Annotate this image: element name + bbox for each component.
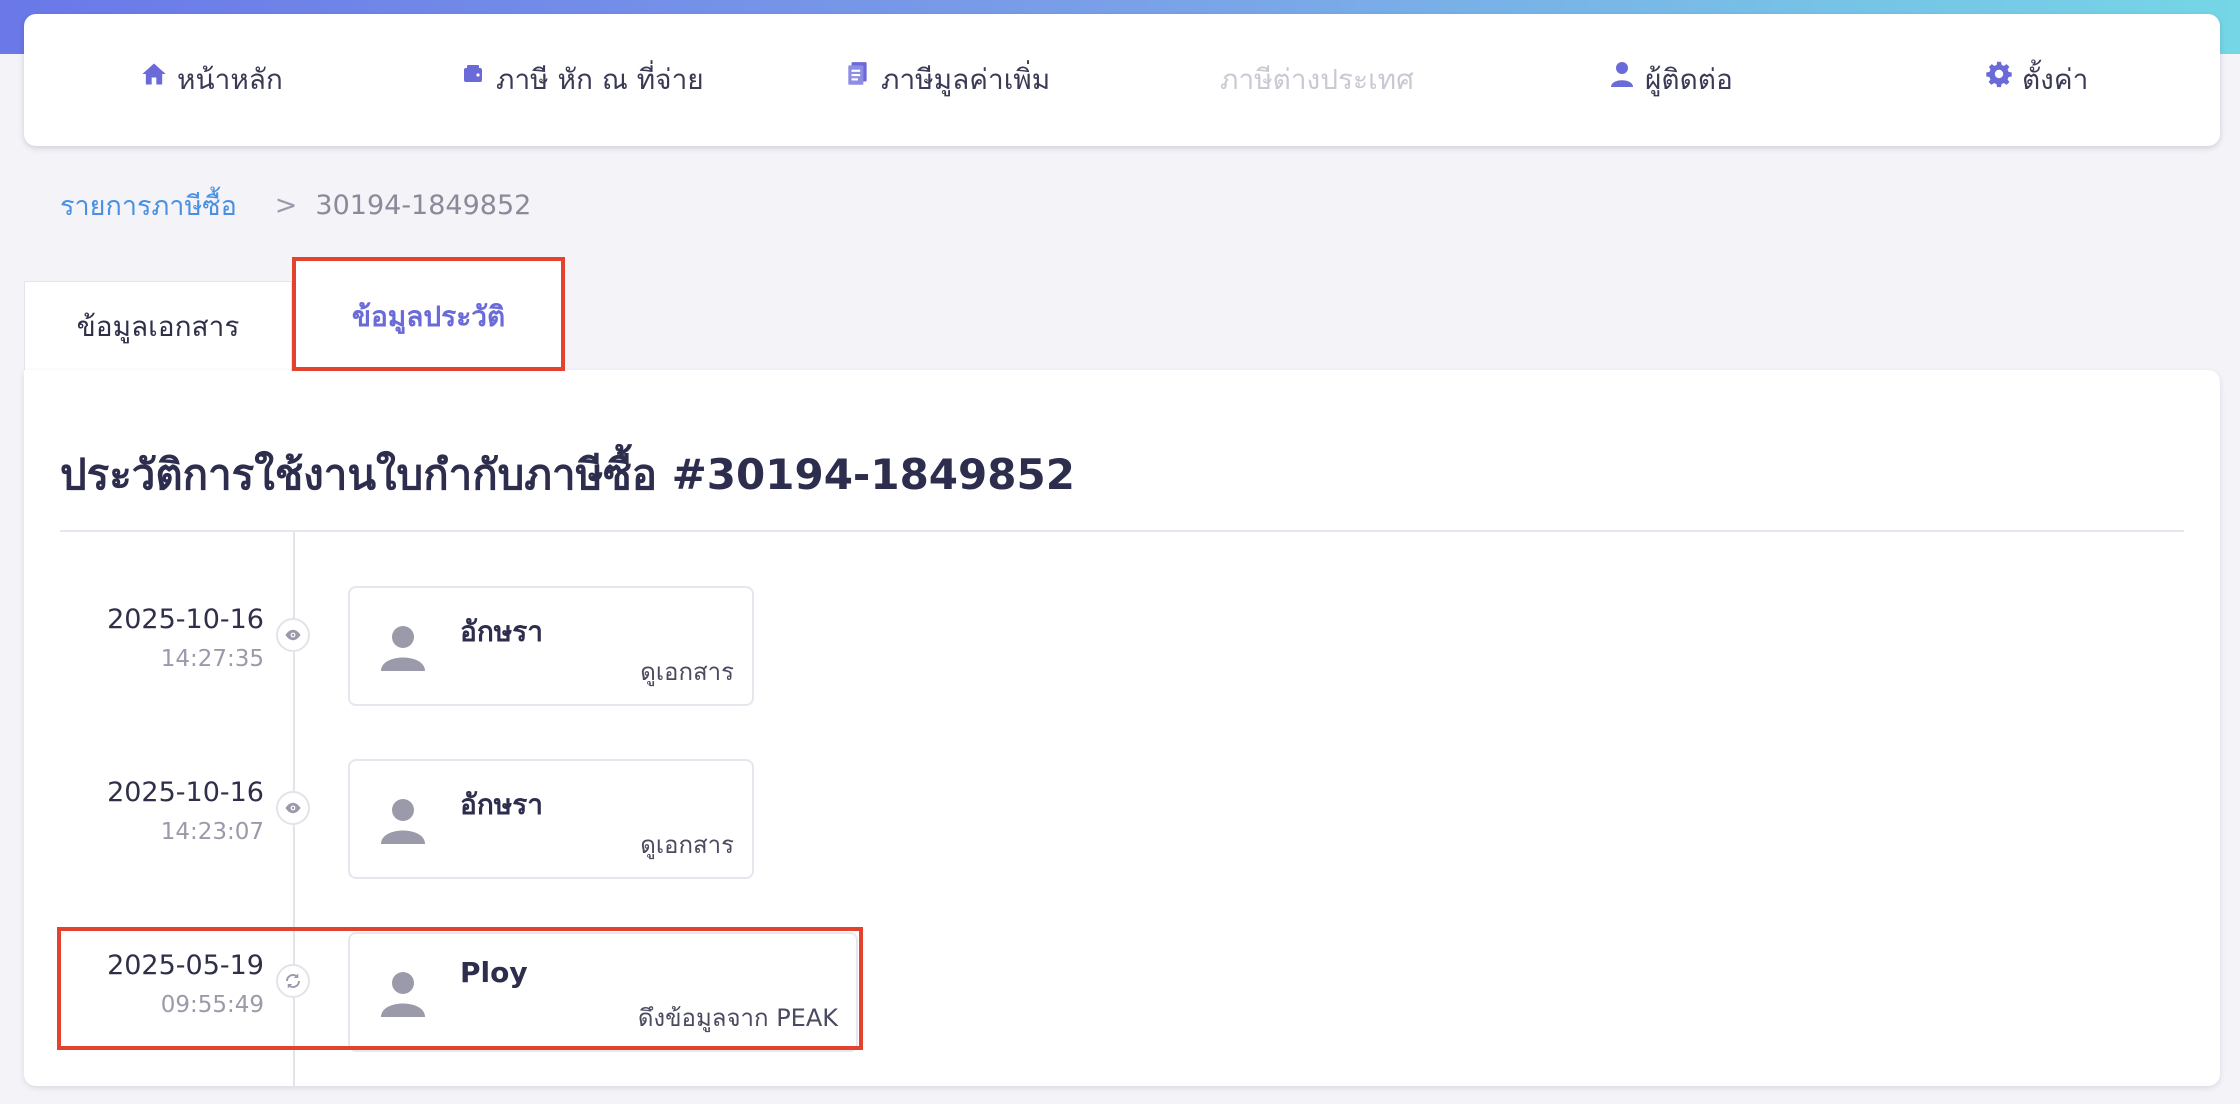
history-panel: ประวัติการใช้งานใบกำกับภาษีซื้อ #30194-1… — [24, 370, 2220, 1086]
entry-user-name: อักษรา — [460, 615, 543, 648]
eye-icon — [276, 618, 310, 652]
tab-document-info[interactable]: ข้อมูลเอกสาร — [24, 281, 292, 371]
nav-item-vat[interactable]: ภาษีมูลค่าเพิ่ม — [843, 14, 1050, 146]
entry-action: ดูเอกสาร — [640, 658, 734, 686]
entry-date: 2025-05-19 — [107, 950, 264, 981]
timeline-entry: 2025-05-19 09:55:49 Ploy ดึงข้อมูลจาก PE… — [24, 916, 2220, 1052]
nav-item-withholding-tax[interactable]: ภาษี หัก ณ ที่จ่าย — [458, 14, 704, 146]
nav-item-contacts[interactable]: ผู้ติดต่อ — [1607, 14, 1733, 146]
user-icon — [1607, 59, 1637, 89]
entry-time: 14:27:35 — [160, 646, 264, 672]
entry-date: 2025-10-16 — [107, 604, 264, 635]
wallet-icon — [458, 59, 488, 89]
home-icon — [139, 59, 169, 89]
tab-label: ข้อมูลเอกสาร — [76, 309, 240, 343]
entry-card: Ploy ดึงข้อมูลจาก PEAK — [348, 932, 858, 1052]
eye-icon — [276, 791, 310, 825]
entry-user-name: Ploy — [460, 956, 528, 989]
title-divider — [60, 530, 2184, 532]
nav-item-home[interactable]: หน้าหลัก — [139, 14, 283, 146]
breadcrumb-current: 30194-1849852 — [315, 190, 532, 221]
gear-icon — [1984, 59, 2014, 89]
receipt-icon — [843, 59, 873, 89]
nav-label: หน้าหลัก — [177, 63, 283, 96]
breadcrumb-parent-link[interactable]: รายการภาษีซื้อ — [60, 184, 237, 227]
sync-icon — [276, 964, 310, 998]
timeline-entry: 2025-10-16 14:27:35 อักษรา ดูเอกสาร — [24, 570, 2220, 706]
entry-action: ดึงข้อมูลจาก PEAK — [637, 1004, 838, 1032]
nav-label: ภาษี หัก ณ ที่จ่าย — [496, 63, 704, 96]
main-nav: หน้าหลัก ภาษี หัก ณ ที่จ่าย ภาษีมูลค่าเพ… — [24, 14, 2220, 146]
breadcrumb-separator: > — [274, 190, 298, 221]
avatar-icon — [381, 626, 425, 671]
entry-card: อักษรา ดูเอกสาร — [348, 586, 754, 706]
nav-item-foreign-tax[interactable]: ภาษีต่างประเทศ — [1220, 14, 1414, 146]
entry-user-name: อักษรา — [460, 788, 543, 821]
nav-item-settings[interactable]: ตั้งค่า — [1984, 14, 2088, 146]
tab-label: ข้อมูลประวัติ — [351, 300, 506, 333]
nav-label: ผู้ติดต่อ — [1645, 63, 1733, 96]
nav-label: ตั้งค่า — [2022, 63, 2089, 96]
entry-action: ดูเอกสาร — [640, 831, 734, 859]
page-title: ประวัติการใช้งานใบกำกับภาษีซื้อ #30194-1… — [60, 450, 1075, 499]
tab-history[interactable]: ข้อมูลประวัติ — [292, 257, 565, 371]
nav-label: ภาษีต่างประเทศ — [1220, 63, 1414, 96]
entry-date: 2025-10-16 — [107, 777, 264, 808]
avatar-icon — [381, 972, 425, 1017]
entry-time: 14:23:07 — [160, 819, 264, 845]
entry-card: อักษรา ดูเอกสาร — [348, 759, 754, 879]
nav-label: ภาษีมูลค่าเพิ่ม — [881, 63, 1051, 96]
breadcrumb: รายการภาษีซื้อ > 30194-1849852 — [60, 184, 531, 227]
timeline-entry: 2025-10-16 14:23:07 อักษรา ดูเอกสาร — [24, 743, 2220, 879]
avatar-icon — [381, 799, 425, 844]
entry-time: 09:55:49 — [160, 992, 264, 1018]
